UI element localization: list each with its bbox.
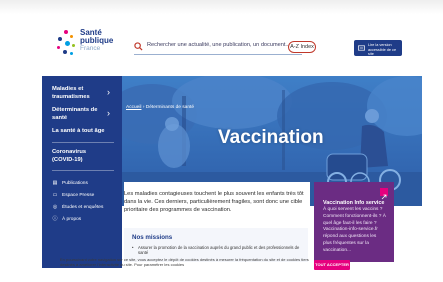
info-card-title: Vaccination Info service <box>323 200 385 206</box>
breadcrumb-home-link[interactable]: Accueil <box>126 105 141 110</box>
sidebar-item-label: Coronavirus (COVID-19) <box>52 149 87 163</box>
sidebar-item-maladies[interactable]: Maladies et traumatismes › <box>42 86 122 101</box>
sidebar-nav: Maladies et traumatismes › Déterminants … <box>42 76 122 268</box>
chevron-right-icon: › <box>107 87 110 97</box>
intro-paragraph: Les maladies contagieuses touchent le pl… <box>124 191 304 213</box>
logo-text-line3: France <box>80 45 101 52</box>
sidebar-item-label: La santé à tout âge <box>52 128 105 134</box>
sidebar-item-label: À propos <box>62 217 82 222</box>
index-button[interactable]: A-Z Index <box>288 41 316 53</box>
missions-list-item: Assurer la promotion de la vaccination a… <box>132 245 300 255</box>
search-input[interactable]: Rechercher une actualité, une publicatio… <box>134 41 302 55</box>
browser-shadow <box>0 0 443 14</box>
sidebar-item-publications[interactable]: ▤ Publications <box>52 180 118 187</box>
search-placeholder: Rechercher une actualité, une publicatio… <box>147 42 291 48</box>
accept-cookies-button[interactable]: TOUT ACCEPTER <box>314 260 350 270</box>
missions-heading: Nos missions <box>132 234 173 241</box>
sidebar-item-determinants[interactable]: Déterminants de santé › <box>42 107 122 122</box>
sidebar-item-etudes[interactable]: ◎ Études et enquêtes <box>52 204 118 211</box>
sidebar-item-sante-age[interactable]: La santé à tout âge <box>42 128 122 136</box>
info-icon: ⓘ <box>52 216 58 222</box>
accessibility-label: Lire la version accessible de ce site <box>368 43 397 57</box>
logo-dots-icon <box>54 28 78 64</box>
vaccination-info-card[interactable]: Vaccination Info service À quoi servent … <box>314 182 394 262</box>
logo-text-line2: publique <box>80 36 114 45</box>
sidebar-divider <box>52 170 114 171</box>
page-title: Vaccination <box>218 127 324 148</box>
intro-text-block: Les maladies contagieuses touchent le pl… <box>124 182 310 220</box>
sidebar-item-label: Publications <box>62 181 88 186</box>
site-logo[interactable]: Santé publique France <box>54 28 126 64</box>
study-icon: ◎ <box>52 204 58 210</box>
sidebar-item-label: Maladies et traumatismes <box>52 86 90 100</box>
sidebar-divider <box>52 142 114 143</box>
breadcrumb: Accueil › Déterminants de santé <box>126 105 194 110</box>
press-icon: ▭ <box>52 192 58 198</box>
site-header: Santé publique France Rechercher une act… <box>42 24 402 70</box>
cookie-banner-bg <box>0 270 443 282</box>
page: Santé publique France Rechercher une act… <box>0 0 443 282</box>
sidebar-item-label: Espace Presse <box>62 193 95 198</box>
external-link-icon <box>380 188 388 200</box>
info-card-text: À quoi servent les vaccins ? Comment fon… <box>323 207 386 253</box>
sidebar-item-coronavirus[interactable]: Coronavirus (COVID-19) <box>42 149 122 164</box>
sidebar-item-a-propos[interactable]: ⓘ À propos <box>52 216 118 223</box>
accessibility-icon <box>358 45 365 51</box>
sidebar-item-label: Déterminants de santé <box>52 107 98 121</box>
sidebar-item-label: Études et enquêtes <box>62 205 104 210</box>
search-icon <box>134 42 143 51</box>
sidebar-item-presse[interactable]: ▭ Espace Presse <box>52 192 118 199</box>
accessibility-button[interactable]: Lire la version accessible de ce site <box>354 40 402 56</box>
breadcrumb-current[interactable]: Déterminants de santé <box>146 105 194 110</box>
cookie-banner-text: En poursuivant votre navigation sur ce s… <box>60 257 309 267</box>
document-icon: ▤ <box>52 180 58 186</box>
chevron-right-icon: › <box>107 108 110 118</box>
